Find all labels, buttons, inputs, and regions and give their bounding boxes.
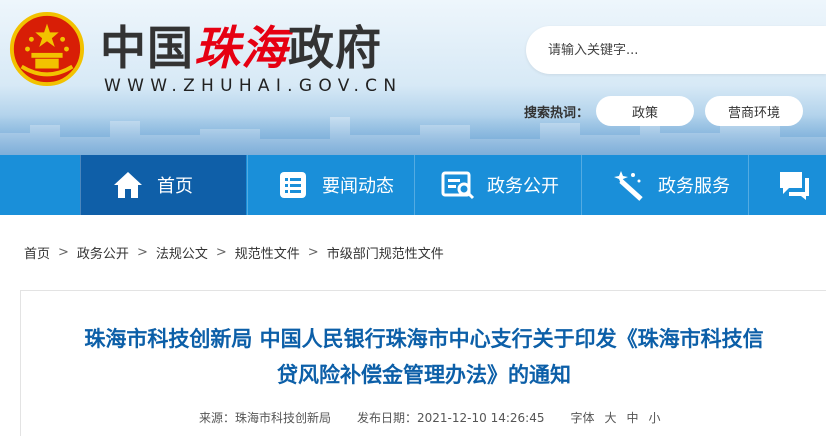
article-title-line-2: 贷风险补偿金管理办法》的通知	[277, 363, 571, 387]
breadcrumb-home[interactable]: 首页	[24, 243, 50, 262]
nav-item-government-services[interactable]: 政务服务	[581, 155, 747, 215]
site-title-china: 中国	[100, 21, 194, 75]
nav-item-government-affairs[interactable]: 政务公开	[414, 155, 580, 215]
hot-word-business-environment[interactable]: 营商环境	[705, 96, 803, 126]
breadcrumb: 首页 > 政务公开 > 法规公文 > 规范性文件 > 市级部门规范性文件	[24, 243, 444, 262]
nav-item-label: 首页	[157, 176, 193, 197]
nav-item-home[interactable]: 首页	[80, 155, 246, 215]
home-icon	[111, 168, 145, 202]
main-nav: 首页 要闻动态 政务公开 政务服务	[0, 155, 826, 215]
news-list-icon	[276, 168, 310, 202]
site-title: 中国 珠海 政府	[100, 16, 382, 76]
breadcrumb-regulations[interactable]: 法规公文	[156, 243, 208, 262]
magic-wand-icon	[612, 168, 646, 202]
article-publish-date: 发布日期：2021-12-10 14:26:45	[357, 411, 545, 425]
site-title-government: 政府	[288, 21, 382, 75]
site-header: 中国 珠海 政府 WWW.ZHUHAI.GOV.CN 搜索热词： 政策 营商环境	[0, 0, 826, 155]
breadcrumb-normative-documents[interactable]: 规范性文件	[235, 243, 300, 262]
breadcrumb-separator: >	[307, 245, 319, 260]
site-url: WWW.ZHUHAI.GOV.CN	[104, 76, 403, 96]
font-size-small-button[interactable]: 小	[649, 409, 661, 426]
article-panel: 珠海市科技创新局 中国人民银行珠海市中心支行关于印发《珠海市科技信 贷风险补偿金…	[20, 290, 826, 436]
breadcrumb-separator: >	[136, 245, 148, 260]
national-emblem-logo	[9, 11, 85, 87]
nav-item-label: 政务服务	[658, 176, 730, 197]
hot-word-policy[interactable]: 政策	[596, 96, 694, 126]
article-meta: 来源：珠海市科技创新局 发布日期：2021-12-10 14:26:45 字体 …	[199, 409, 661, 426]
font-size-label: 字体	[570, 411, 595, 425]
chat-icon	[777, 168, 811, 202]
font-size-medium-button[interactable]: 中	[627, 409, 639, 426]
article-title-line-1: 珠海市科技创新局 中国人民银行珠海市中心支行关于印发《珠海市科技信	[84, 327, 764, 351]
nav-item-label: 要闻动态	[322, 176, 394, 197]
nav-item-label: 政务公开	[487, 176, 559, 197]
article-title: 珠海市科技创新局 中国人民银行珠海市中心支行关于印发《珠海市科技信 贷风险补偿金…	[21, 321, 826, 393]
search-box	[526, 26, 826, 74]
breadcrumb-government-affairs[interactable]: 政务公开	[77, 243, 129, 262]
search-input[interactable]	[548, 42, 808, 58]
hot-words-label: 搜索热词：	[524, 106, 590, 121]
site-title-zhuhai: 珠海	[194, 21, 288, 75]
breadcrumb-municipal-documents[interactable]: 市级部门规范性文件	[327, 243, 444, 262]
search-document-icon	[441, 168, 475, 202]
nav-item-news[interactable]: 要闻动态	[247, 155, 413, 215]
font-size-large-button[interactable]: 大	[604, 409, 616, 426]
breadcrumb-separator: >	[58, 245, 69, 260]
nav-item-interaction[interactable]	[748, 155, 826, 215]
article-source: 来源：珠海市科技创新局	[199, 411, 332, 425]
breadcrumb-separator: >	[215, 245, 227, 260]
